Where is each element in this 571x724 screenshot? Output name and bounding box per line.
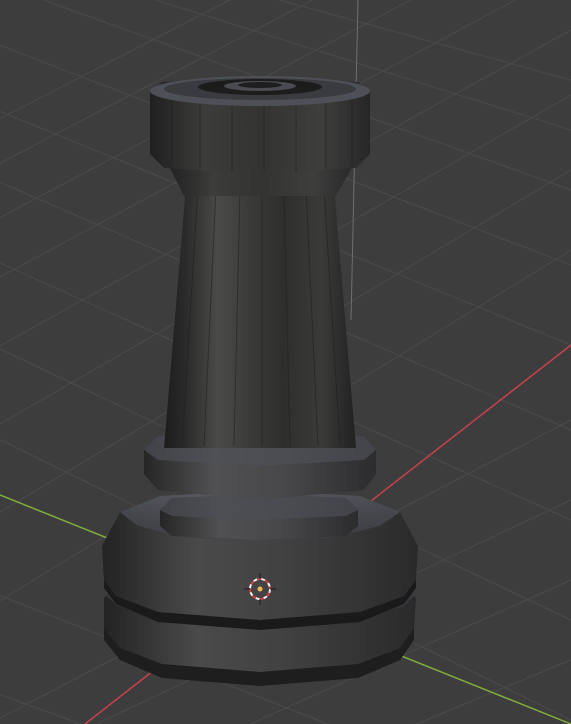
3d-viewport[interactable]: [0, 0, 571, 724]
rook-model[interactable]: [102, 76, 418, 686]
